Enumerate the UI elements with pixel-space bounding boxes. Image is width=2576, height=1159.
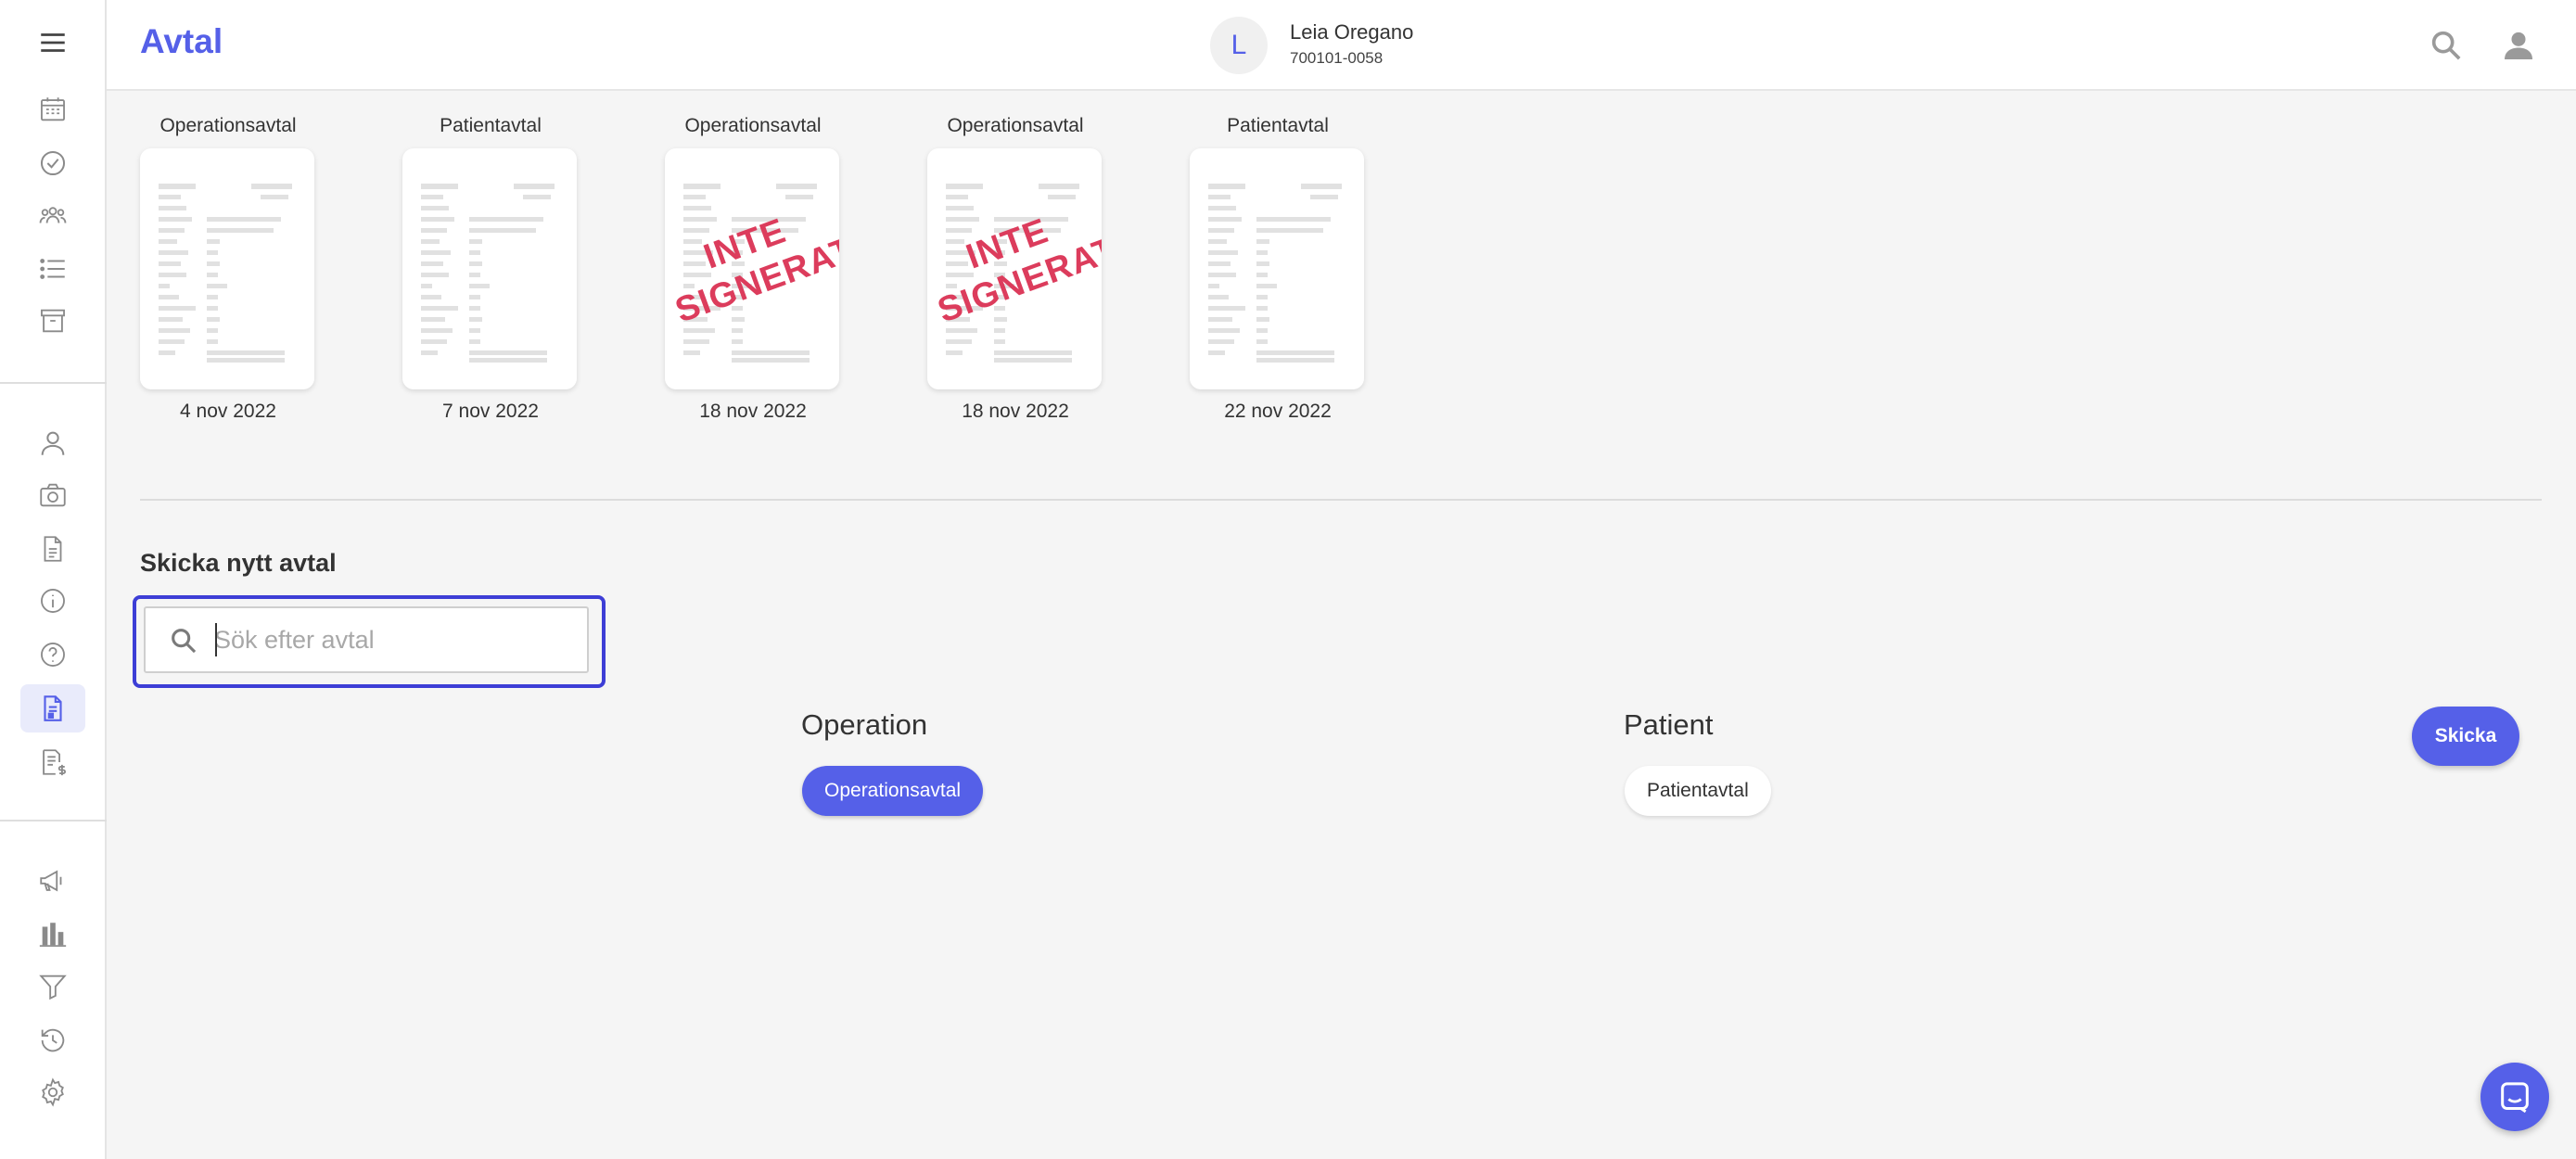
search-field[interactable]	[144, 606, 589, 673]
avatar[interactable]: L	[1210, 17, 1268, 74]
sidebar	[0, 0, 107, 1159]
history-icon[interactable]	[20, 1016, 85, 1064]
invoice-icon[interactable]	[20, 738, 85, 786]
group-title-patient: Patient	[1624, 708, 1714, 741]
document-thumbnail[interactable]	[402, 148, 577, 389]
search-icon[interactable]	[2425, 24, 2468, 67]
contract-icon[interactable]	[20, 684, 85, 732]
document-thumbnail[interactable]: INTE SIGNERAT	[927, 148, 1102, 389]
document-item[interactable]: Operationsavtal 4 nov 2022	[140, 115, 316, 423]
document-date: 22 nov 2022	[1224, 401, 1332, 422]
document-type: Patientavtal	[1227, 115, 1329, 136]
search-field-focus	[133, 595, 606, 688]
bar-chart-icon[interactable]	[20, 911, 85, 959]
section-title: Skicka nytt avtal	[140, 549, 337, 577]
document-item[interactable]: Operationsavtal INTE SIGNERAT 18 nov 2022	[927, 115, 1103, 423]
section-divider	[140, 499, 2542, 501]
megaphone-icon[interactable]	[20, 857, 85, 905]
camera-icon[interactable]	[20, 471, 85, 519]
patient-name[interactable]: Leia Oregano	[1290, 20, 1413, 45]
document-type: Operationsavtal	[684, 115, 822, 136]
document-type: Patientavtal	[440, 115, 542, 136]
document-thumbnail[interactable]	[1190, 148, 1364, 389]
sidebar-divider	[0, 820, 107, 821]
settings-icon[interactable]	[20, 1068, 85, 1116]
document-thumbnail[interactable]: INTE SIGNERAT	[665, 148, 839, 389]
chat-icon	[2501, 1082, 2529, 1114]
document-date: 18 nov 2022	[962, 401, 1069, 422]
chip-operationsavtal[interactable]: Operationsavtal	[802, 766, 984, 816]
search-input[interactable]	[214, 619, 576, 660]
info-icon[interactable]	[20, 577, 85, 625]
group-icon[interactable]	[20, 191, 85, 239]
document-date: 18 nov 2022	[699, 401, 807, 422]
document-thumbnail[interactable]	[140, 148, 314, 389]
document-date: 4 nov 2022	[180, 401, 276, 422]
group-title-operation: Operation	[801, 708, 928, 741]
send-button[interactable]: Skicka	[2412, 707, 2519, 766]
sidebar-divider	[0, 382, 107, 384]
page-title: Avtal	[140, 22, 223, 60]
menu-icon[interactable]	[20, 19, 85, 67]
archive-icon[interactable]	[20, 297, 85, 345]
text-caret	[215, 623, 217, 656]
document-item[interactable]: Patientavtal 7 nov 2022	[402, 115, 579, 423]
list-icon[interactable]	[20, 245, 85, 293]
help-icon[interactable]	[20, 630, 85, 679]
document-item[interactable]: Operationsavtal INTE SIGNERAT 18 nov 2022	[665, 115, 841, 423]
app-header: Avtal L Leia Oregano 700101-0058	[107, 0, 2576, 91]
check-circle-icon[interactable]	[20, 139, 85, 187]
document-item[interactable]: Patientavtal 22 nov 2022	[1190, 115, 1366, 423]
chip-patientavtal[interactable]: Patientavtal	[1625, 766, 1771, 816]
patient-id: 700101-0058	[1290, 49, 1384, 67]
person-icon[interactable]	[20, 419, 85, 467]
filter-icon[interactable]	[20, 962, 85, 1011]
document-type: Operationsavtal	[947, 115, 1084, 136]
document-icon[interactable]	[20, 525, 85, 573]
calendar-icon[interactable]	[20, 85, 85, 134]
document-date: 7 nov 2022	[442, 401, 539, 422]
document-type: Operationsavtal	[159, 115, 297, 136]
chat-button[interactable]	[2480, 1063, 2549, 1131]
search-icon	[172, 629, 197, 654]
account-icon[interactable]	[2497, 24, 2540, 67]
